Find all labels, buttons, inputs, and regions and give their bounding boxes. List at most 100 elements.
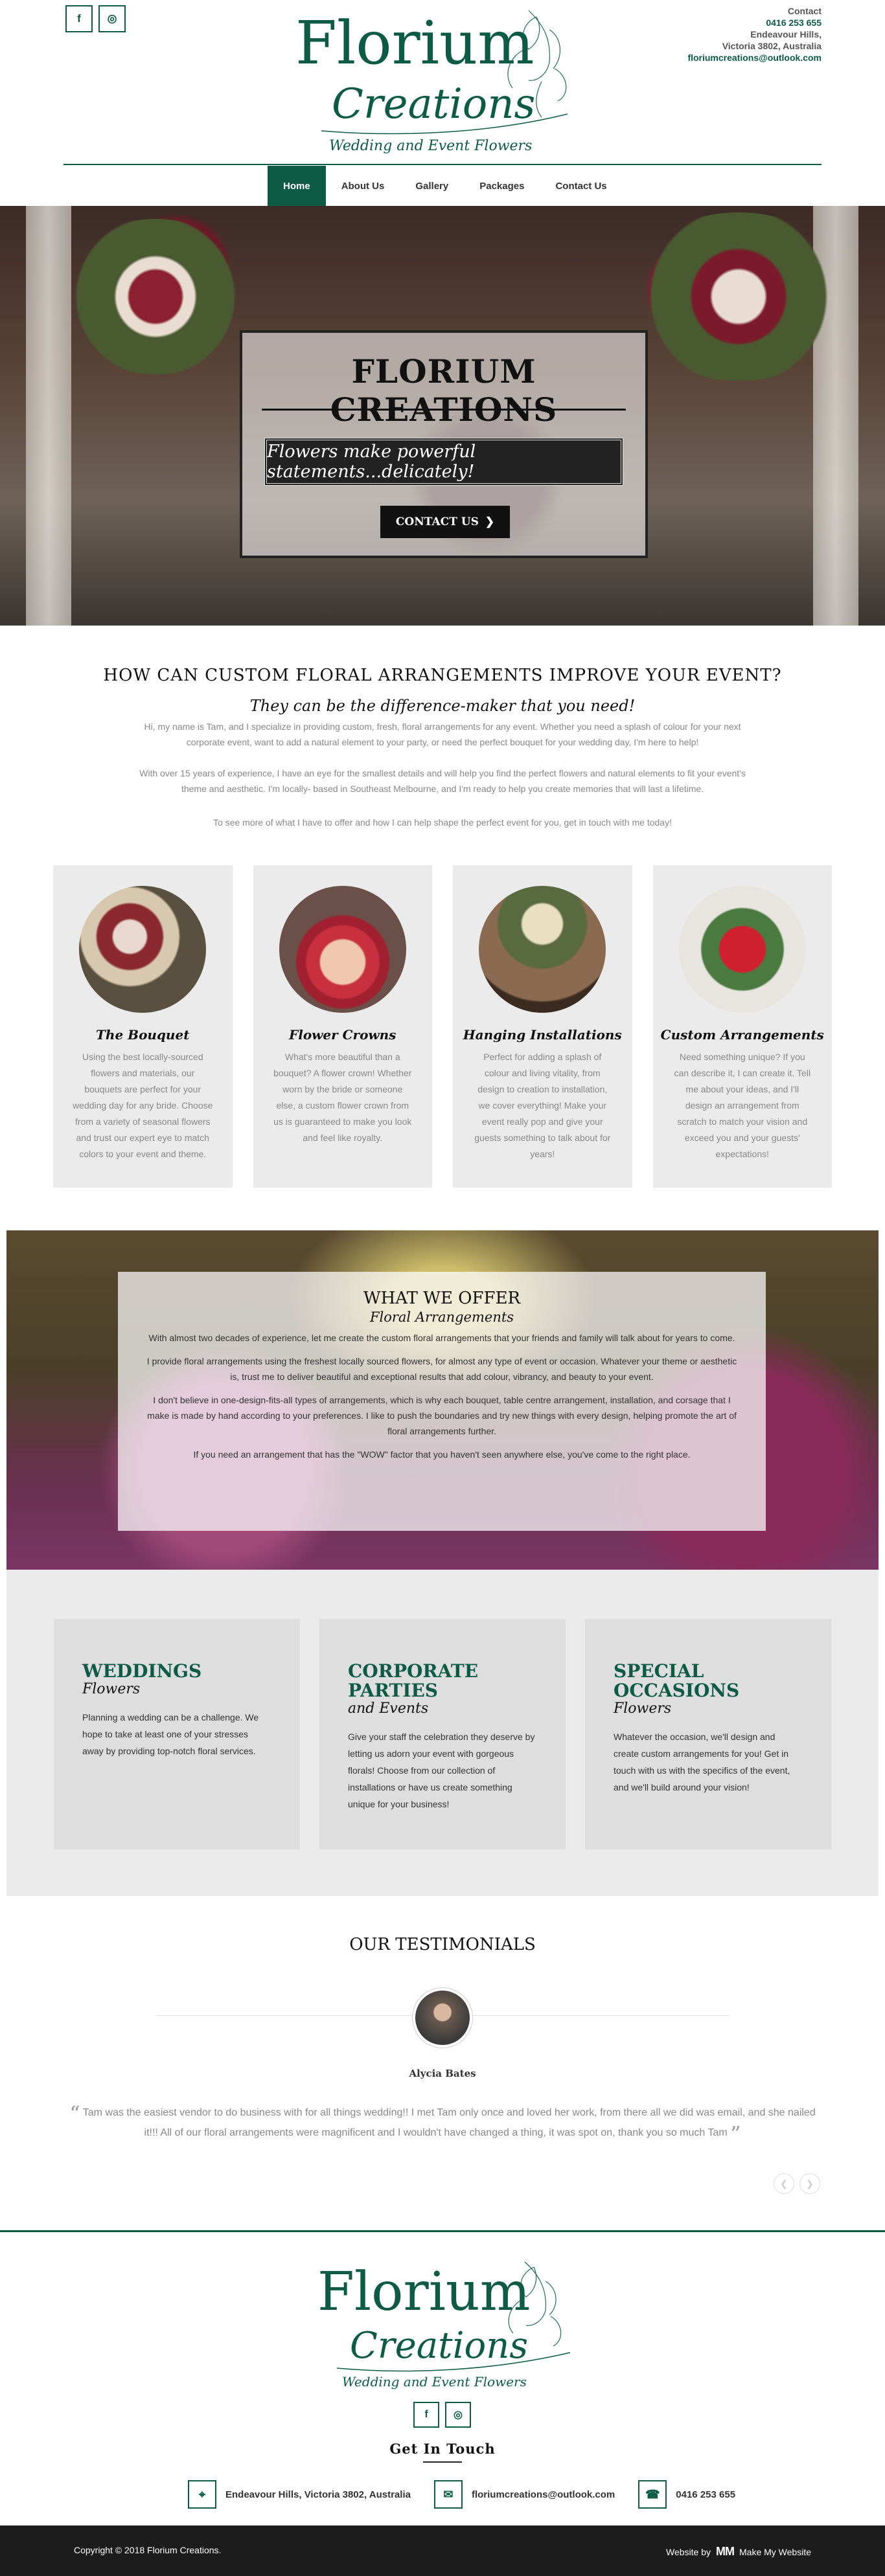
offer-subheading: Floral Arrangements (369, 1309, 514, 1325)
main-nav: Home About Us Gallery Packages Contact U… (268, 166, 623, 206)
instagram-icon[interactable]: ◎ (98, 5, 126, 32)
service-text: Give your staff the celebration they des… (348, 1732, 535, 1809)
facebook-icon[interactable]: f (413, 2402, 439, 2428)
service-text: Whatever the occasion, we'll design and … (614, 1732, 790, 1792)
testimonial-author: Alycia Bates (409, 2068, 476, 2079)
nav-contact-us[interactable]: Contact Us (540, 166, 622, 206)
testimonials-section: OUR TESTIMONIALS Alycia Bates “ Tam was … (0, 1896, 885, 2230)
hero-flowers (52, 219, 259, 374)
footer-phone-text[interactable]: 0416 253 655 (676, 2489, 735, 2500)
website-by[interactable]: Website by MM Make My Website (666, 2545, 811, 2559)
card-title: Hanging Installations (463, 1027, 622, 1043)
intro-paragraph: Hi, my name is Tam, and I specialize in … (144, 721, 741, 747)
website-by-label: Website by (666, 2546, 711, 2557)
instagram-icon[interactable]: ◎ (445, 2402, 471, 2428)
footer-email-text[interactable]: floriumcreations@outlook.com (472, 2489, 615, 2500)
card-text: Using the best locally-sourced flowers a… (73, 1052, 213, 1159)
footer-address: ⌖ Endeavour Hills, Victoria 3802, Austra… (188, 2480, 411, 2509)
card-text: What's more beautiful than a bouquet? A … (273, 1052, 412, 1143)
nav-home[interactable]: Home (268, 166, 326, 206)
facebook-icon[interactable]: f (65, 5, 93, 32)
hero-divider (262, 409, 626, 411)
service-subtitle: Flowers (82, 1681, 141, 1697)
offer-heading: WHAT WE OFFER (363, 1289, 521, 1308)
service-subtitle: Flowers (614, 1700, 672, 1717)
nav-about-us[interactable]: About Us (326, 166, 400, 206)
footer-logo[interactable]: Florium Creations Wedding and Event Flow… (311, 2255, 583, 2391)
site-footer: Florium Creations Wedding and Event Flow… (0, 2230, 885, 2525)
testimonial-quote: “ Tam was the easiest vendor to do busin… (65, 2101, 820, 2146)
offer-paragraph: With almost two decades of experience, l… (148, 1333, 735, 1343)
envelope-icon: ✉ (433, 2480, 463, 2509)
phone-icon: ☎ (638, 2480, 667, 2509)
copyright-text: Copyright © 2018 Florium Creations. (74, 2545, 222, 2555)
intro-paragraph: To see more of what I have to offer and … (213, 817, 672, 828)
logo-name-line1: Florium (295, 8, 534, 78)
contact-address-line2: Victoria 3802, Australia (722, 41, 822, 51)
card-image (279, 886, 406, 1013)
footer-logo-tagline: Wedding and Event Flowers (342, 2374, 527, 2390)
service-special-occasions[interactable]: SPECIAL OCCASIONS Flowers Whatever the o… (585, 1619, 831, 1849)
hero-banner: FLORIUM CREATIONS Flowers make powerful … (0, 206, 885, 626)
service-cards: The Bouquet Using the best locally-sourc… (53, 865, 832, 1189)
site-logo[interactable]: Florium Creations Wedding and Event Flow… (295, 4, 580, 157)
footer-address-text: Endeavour Hills, Victoria 3802, Australi… (225, 2489, 411, 2500)
hero-box: FLORIUM CREATIONS Flowers make powerful … (240, 330, 648, 558)
card-hanging-installations[interactable]: Hanging Installations Perfect for adding… (453, 865, 632, 1188)
contact-label: Contact (787, 6, 822, 16)
prev-arrow-icon[interactable]: ❮ (774, 2173, 794, 2194)
footer-social: f ◎ (413, 2402, 471, 2428)
card-custom-arrangements[interactable]: Custom Arrangements Need something uniqu… (652, 865, 832, 1188)
service-title: CORPORATE PARTIES (348, 1660, 479, 1701)
service-text: Planning a wedding can be a challenge. W… (82, 1712, 259, 1756)
avatar (413, 1988, 472, 2048)
card-text: Perfect for adding a splash of colour an… (474, 1052, 611, 1159)
mmw-name: Make My Website (739, 2546, 811, 2557)
card-flower-crowns[interactable]: Flower Crowns What's more beautiful than… (253, 865, 432, 1188)
contact-us-button[interactable]: CONTACT US ❯ (380, 506, 510, 538)
hero-title: FLORIUM CREATIONS (330, 352, 558, 429)
service-title: SPECIAL OCCASIONS (614, 1660, 740, 1701)
offer-paragraph: If you need an arrangement that has the … (193, 1449, 691, 1460)
contact-phone[interactable]: 0416 253 655 (687, 17, 822, 28)
card-title: Flower Crowns (289, 1027, 397, 1043)
bottom-bar: Copyright © 2018 Florium Creations. Webs… (0, 2525, 885, 2576)
footer-phone[interactable]: ☎ 0416 253 655 (638, 2480, 735, 2509)
footer-logo-line2: Creations (350, 2325, 528, 2367)
card-bouquet[interactable]: The Bouquet Using the best locally-sourc… (53, 865, 233, 1188)
testimonials-heading: OUR TESTIMONIALS (349, 1935, 536, 1954)
quote-open-icon: “ (69, 2101, 80, 2126)
logo-name-line2: Creations (332, 80, 535, 128)
mmw-logo: MM (716, 2545, 735, 2558)
site-header: f ◎ Florium Creations Wedding and Event … (0, 0, 885, 166)
testimonial-text: Tam was the easiest vendor to do busines… (82, 2107, 816, 2138)
next-arrow-icon[interactable]: ❯ (799, 2173, 820, 2194)
get-in-touch-heading: Get In Touch (389, 2441, 496, 2457)
hero-flowers (622, 212, 855, 381)
service-title: WEDDINGS (82, 1660, 202, 1682)
header-contact: Contact 0416 253 655 Endeavour Hills, Vi… (687, 5, 822, 63)
contact-us-label: CONTACT US (395, 515, 479, 528)
card-image (479, 886, 606, 1013)
service-subtitle: and Events (348, 1700, 429, 1717)
offer-paragraph: I provide floral arrangements using the … (146, 1356, 737, 1382)
get-in-touch-underline (423, 2461, 462, 2463)
nav-gallery[interactable]: Gallery (400, 166, 464, 206)
hero-tagline: Flowers make powerful statements...delic… (264, 438, 623, 486)
card-text: Need something unique? If you can descri… (674, 1052, 811, 1159)
quote-close-icon: ” (730, 2121, 741, 2146)
header-divider (63, 164, 822, 165)
testimonial-nav: ❮ ❯ (774, 2173, 820, 2194)
intro-section: HOW CAN CUSTOM FLORAL ARRANGEMENTS IMPRO… (0, 626, 885, 865)
contact-email[interactable]: floriumcreations@outlook.com (687, 52, 822, 63)
intro-subheading: They can be the difference-maker that yo… (249, 697, 636, 715)
footer-logo-line1: Florium (317, 2261, 530, 2323)
services-section: WEDDINGS Flowers Planning a wedding can … (6, 1570, 879, 1896)
header-social: f ◎ (65, 5, 126, 32)
service-weddings[interactable]: WEDDINGS Flowers Planning a wedding can … (54, 1619, 300, 1849)
nav-packages[interactable]: Packages (464, 166, 540, 206)
footer-email[interactable]: ✉ floriumcreations@outlook.com (433, 2480, 615, 2509)
intro-heading: HOW CAN CUSTOM FLORAL ARRANGEMENTS IMPRO… (103, 666, 782, 685)
offer-box: WHAT WE OFFER Floral Arrangements With a… (118, 1272, 766, 1531)
service-corporate[interactable]: CORPORATE PARTIES and Events Give your s… (319, 1619, 566, 1849)
